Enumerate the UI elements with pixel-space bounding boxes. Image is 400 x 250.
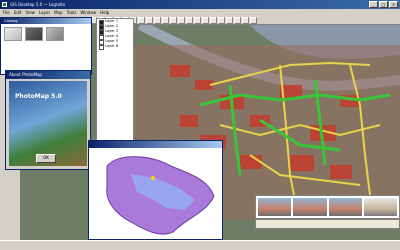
catalog-thumbnails — [1, 24, 91, 44]
menu-map[interactable]: Map — [54, 9, 62, 16]
toolbar-button[interactable] — [162, 17, 169, 24]
window-titlebar: GIS Desktop 5.0 — Logroño _ □ × — [0, 0, 400, 9]
menu-edit[interactable]: Edit — [14, 9, 22, 16]
toolbar-button[interactable] — [154, 17, 161, 24]
layer-item[interactable]: Layer 6 — [97, 44, 133, 50]
close-button[interactable]: × — [389, 1, 398, 8]
toolbar-button[interactable] — [186, 17, 193, 24]
toolbar-button[interactable] — [170, 17, 177, 24]
ok-button[interactable]: OK — [36, 154, 56, 163]
catalog-window: Catalog — [0, 17, 92, 75]
toolbar-button[interactable] — [250, 17, 257, 24]
toolbar-button[interactable] — [234, 17, 241, 24]
toolbar-button[interactable] — [146, 17, 153, 24]
toolbar-button[interactable] — [138, 17, 145, 24]
menu-tools[interactable]: Tools — [67, 9, 77, 16]
toolbar-button[interactable] — [210, 17, 217, 24]
photo-strip — [255, 195, 400, 219]
photo-thumbnail[interactable] — [258, 198, 292, 216]
menu-window[interactable]: Window — [80, 9, 96, 16]
toolbar-button[interactable] — [226, 17, 233, 24]
statusbar — [0, 240, 400, 250]
app-icon — [2, 2, 7, 7]
toolbar-button[interactable] — [194, 17, 201, 24]
toolbar-button[interactable] — [242, 17, 249, 24]
about-product-name: PhotoMap 5.0 — [15, 93, 62, 100]
window-title: GIS Desktop 5.0 — Logroño — [10, 2, 65, 7]
maximize-button[interactable]: □ — [379, 1, 388, 8]
thumbnail-terrain[interactable] — [25, 27, 43, 41]
photo-thumbnail[interactable] — [328, 198, 362, 216]
city-marker — [151, 176, 155, 180]
region-map-title — [89, 141, 222, 148]
toolbar-button[interactable] — [202, 17, 209, 24]
menu-layer[interactable]: Layer — [39, 9, 50, 16]
toolbar-button[interactable] — [218, 17, 225, 24]
photo-strip-label — [255, 219, 400, 229]
menu-file[interactable]: File — [3, 9, 10, 16]
menu-view[interactable]: View — [25, 9, 35, 16]
region-map[interactable] — [89, 148, 222, 239]
region-map-window — [88, 140, 223, 240]
menu-help[interactable]: Help — [100, 9, 109, 16]
minimize-button[interactable]: _ — [369, 1, 378, 8]
about-dialog: About PhotoMap PhotoMap 5.0 OK — [5, 70, 91, 170]
about-dialog-title: About PhotoMap — [6, 71, 90, 79]
thumbnail-building[interactable] — [4, 27, 22, 41]
window-controls: _ □ × — [369, 1, 398, 8]
photo-thumbnail[interactable] — [293, 198, 327, 216]
photo-thumbnail[interactable] — [363, 198, 397, 216]
thumbnail-city[interactable] — [46, 27, 64, 41]
menubar: File Edit View Layer Map Tools Window He… — [0, 9, 400, 16]
toolbar-button[interactable] — [178, 17, 185, 24]
checkbox[interactable] — [99, 45, 104, 50]
layer-panel: Layer 1 Layer 2 Layer 3 Layer 4 Layer 5 … — [96, 18, 134, 158]
